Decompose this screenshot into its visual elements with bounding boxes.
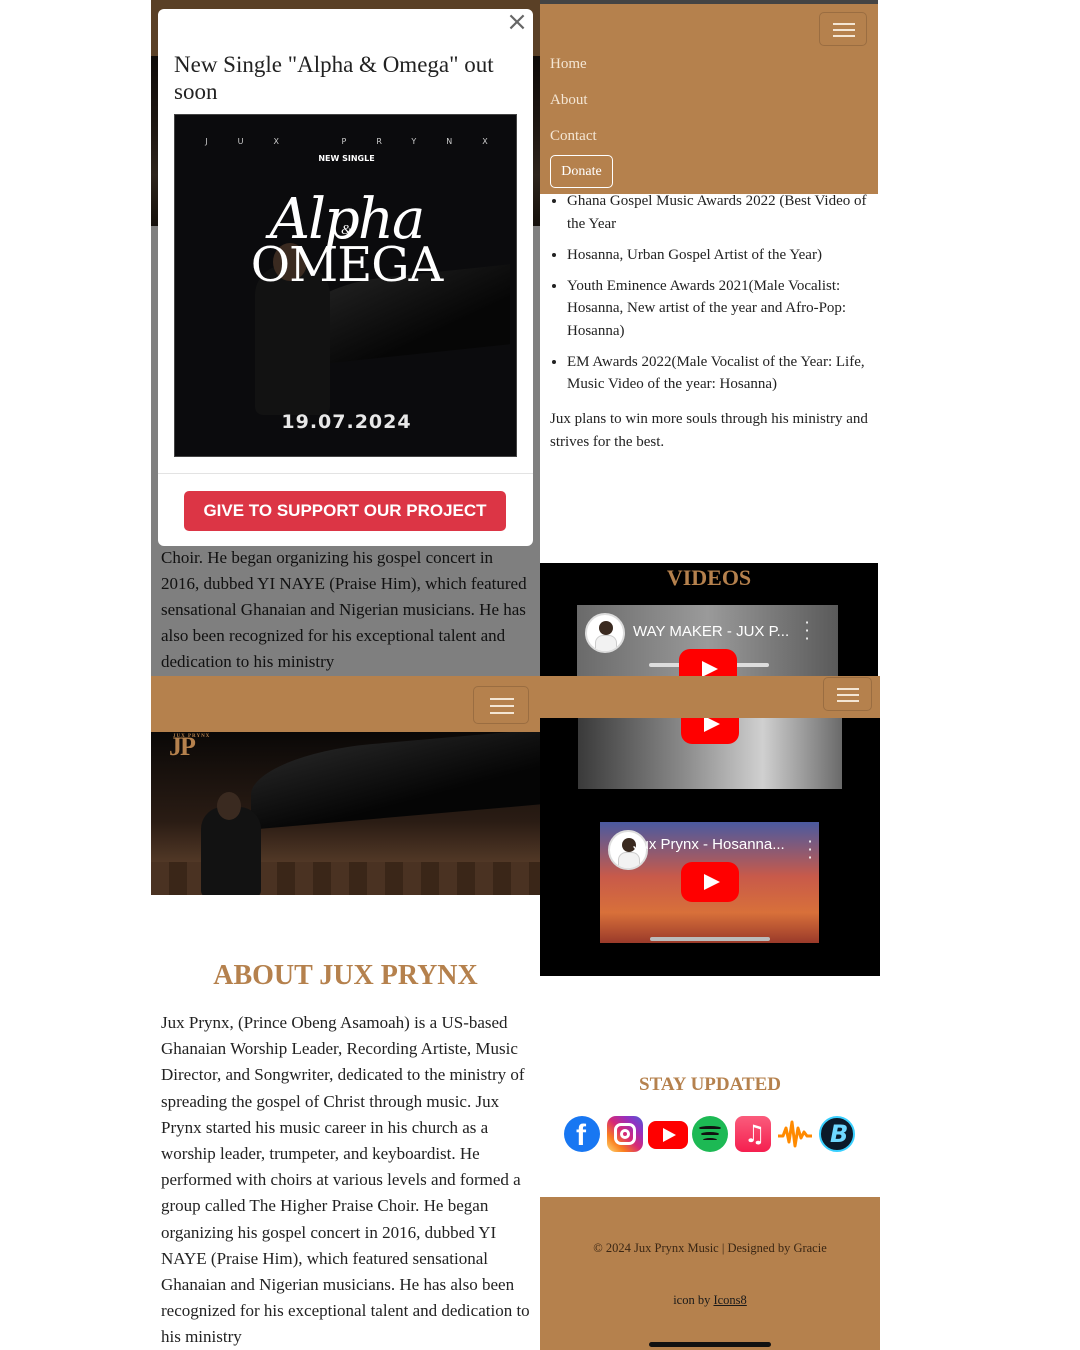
videos-heading: VIDEOS [666,565,752,590]
navbar [151,676,540,732]
poster-artist: JUX PRYNX [205,137,517,146]
award-item: Hosanna, Urban Gospel Artist of the Year… [567,244,867,267]
facebook-icon[interactable]: f [564,1116,600,1152]
youtube-icon[interactable] [648,1121,688,1149]
award-item: Youth Eminence Awards 2021(Male Vocalist… [567,275,867,343]
menu-toggle-button[interactable] [473,686,529,724]
nav-link-contact[interactable]: Contact [550,128,597,145]
icons8-link[interactable]: Icons8 [713,1293,746,1307]
site-footer: © 2024 Jux Prynx Music | Designed by Gra… [540,1197,880,1350]
screenshot-panel-footer: Jux Prynx - Hosanna... · · · STAY UPDATED … [540,676,880,1350]
support-project-button[interactable]: GIVE TO SUPPORT OUR PROJECT [184,491,506,531]
audiomack-icon[interactable] [777,1116,813,1152]
copyright-text: © 2024 Jux Prynx Music | Designed by Gra… [593,1241,827,1255]
video-embed-hosanna[interactable]: Jux Prynx - Hosanna... · · · [600,822,819,943]
menu-toggle-button[interactable] [819,12,867,46]
poster-release-date: 19.07.2024 [281,411,412,433]
screenshot-panel-about: JP JUX PRYNX ABOUT JUX PRYNX Jux Prynx, … [151,676,540,1350]
pianist-head-graphic [217,792,241,820]
icon-credit-prefix: icon by [673,1293,711,1307]
play-button-icon[interactable] [681,862,739,902]
about-text: Jux Prynx, (Prince Obeng Asamoah) is a U… [161,1013,530,1347]
social-icons-row: f ♫ B [564,1116,864,1154]
videos-section: Jux Prynx - Hosanna... · · · [540,676,880,976]
site-logo[interactable]: JP JUX PRYNX [169,732,209,762]
more-options-icon[interactable]: · · · [804,615,810,647]
channel-avatar [585,613,625,653]
screenshot-panel-menu: Home About Contact Donate Ghana Gospel M… [540,0,878,676]
donate-button[interactable]: Donate [550,155,613,188]
instagram-icon[interactable] [607,1116,643,1152]
hero-image: JP JUX PRYNX [151,732,540,895]
pianist-graphic [201,807,261,895]
stay-updated-heading: STAY UPDATED [639,1074,781,1095]
poster-subtitle: NEW SINGLE [318,154,375,163]
home-indicator [649,1342,771,1347]
more-options-icon[interactable]: · · · [807,834,813,866]
expanded-nav-menu: Home About Contact Donate [540,4,878,194]
announcement-modal: × New Single "Alpha & Omega" out soon JU… [158,9,533,546]
logo-subtext: JUX PRYNX [173,734,211,739]
video-title: WAY MAKER - JUX P... [633,623,790,640]
about-heading: ABOUT JUX PRYNX [213,960,478,991]
boomplay-icon[interactable]: B [819,1116,855,1152]
nav-link-home[interactable]: Home [550,56,587,73]
icon-credit: icon by Icons8 [540,1293,880,1308]
piano-graphic [251,732,540,830]
award-item: Ghana Gospel Music Awards 2022 (Best Vid… [567,190,867,235]
close-icon[interactable]: × [505,9,529,35]
spotify-icon[interactable] [692,1116,728,1152]
award-item: EM Awards 2022(Male Vocalist of the Year… [567,351,867,396]
video-embed-way-maker[interactable]: WAY MAKER - JUX P... · · · [577,605,838,676]
progress-bar [650,937,770,941]
apple-music-icon[interactable]: ♫ [735,1116,771,1152]
modal-title: New Single "Alpha & Omega" out soon [174,52,494,104]
awards-list: Ghana Gospel Music Awards 2022 (Best Vid… [567,190,867,404]
poster-title-main: OMEGA [250,237,444,293]
nav-link-about[interactable]: About [550,92,588,109]
video-title: Jux Prynx - Hosanna... [633,836,785,853]
videos-section: VIDEOS WAY MAKER - JUX P... · · · [540,563,878,676]
plans-text: Jux plans to win more souls through his … [550,411,868,450]
play-button-icon[interactable] [679,649,737,676]
menu-toggle-button[interactable] [823,677,872,711]
screenshot-panel-modal: Choir. He began organizing his gospel co… [151,0,540,676]
navbar [540,676,880,718]
single-poster: JUX PRYNX NEW SINGLE Alpha & OMEGA 19.07… [174,114,517,457]
modal-divider [158,473,533,474]
